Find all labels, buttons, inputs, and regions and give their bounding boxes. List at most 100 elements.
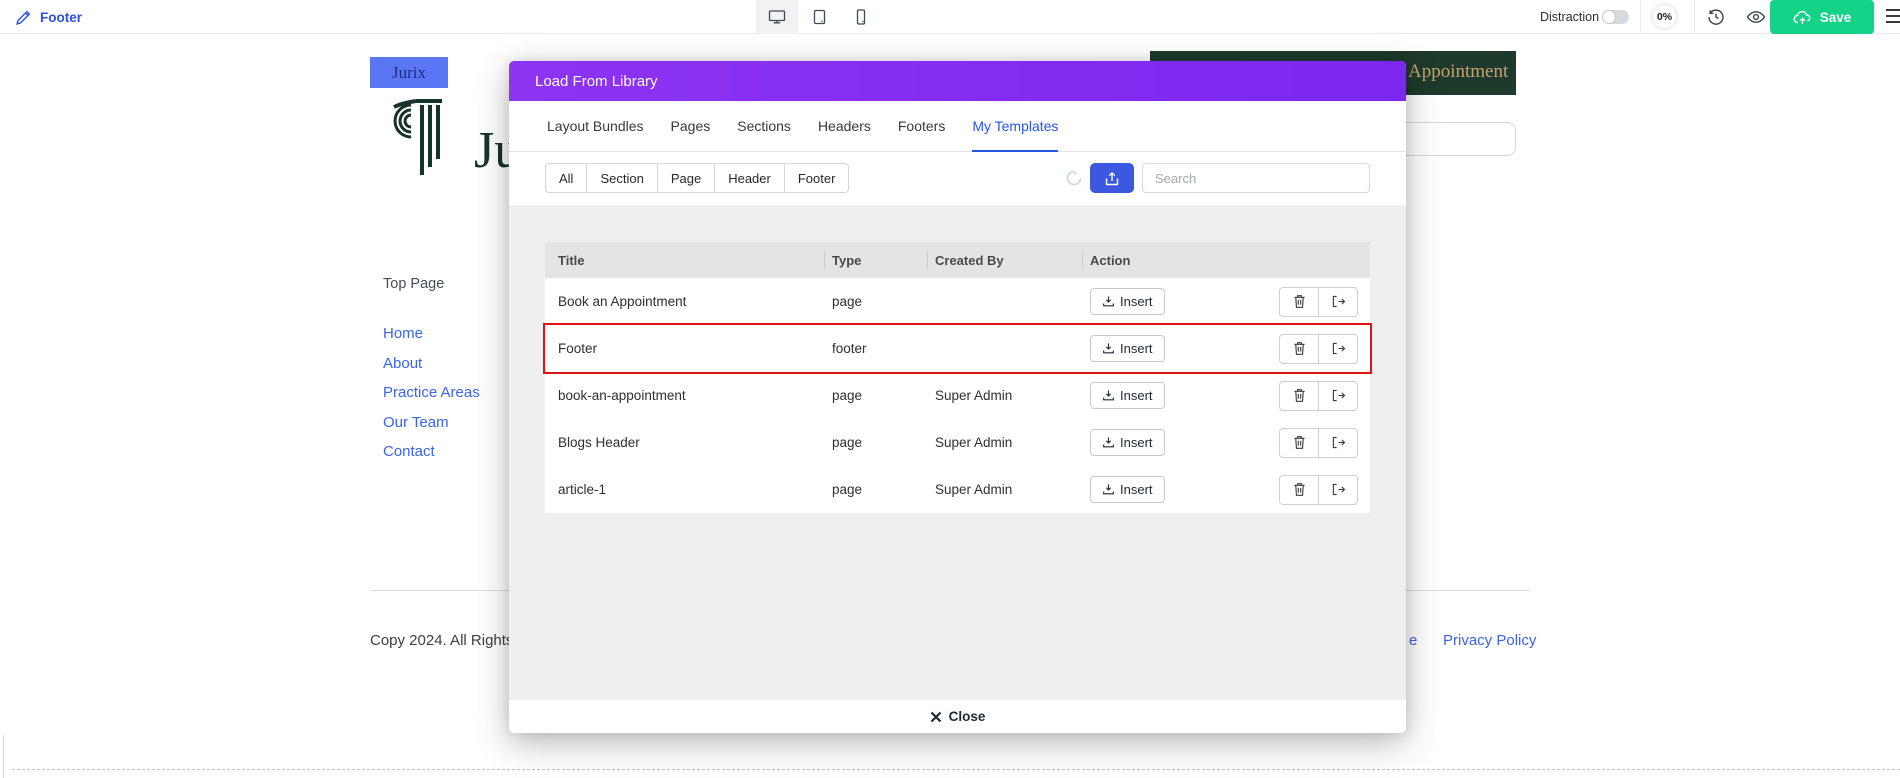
insert-button[interactable]: Insert [1090,335,1165,362]
row-icon-buttons [1279,428,1358,458]
history-button[interactable] [1707,0,1725,34]
tablet-view-button[interactable] [798,0,840,34]
tab-sections[interactable]: Sections [737,101,791,151]
section-outline-dashed [12,769,1900,770]
preview-button[interactable] [1746,0,1766,34]
row-title: book-an-appointment [558,388,832,403]
site-logo: Ju [386,95,520,181]
modal-title: Load From Library [535,73,658,90]
desktop-view-button[interactable] [756,0,798,34]
tab-pages[interactable]: Pages [671,101,711,151]
tab-my-templates[interactable]: My Templates [972,101,1058,151]
copyright-text: Copy 2024. All Rights [370,632,513,649]
upload-icon [1104,171,1120,186]
insert-icon [1102,483,1115,496]
modal-footer: Close [509,700,1406,733]
privacy-policy-link[interactable]: Privacy Policy [1443,632,1536,649]
table-header: Title Type Created By Action [545,242,1370,278]
insert-button[interactable]: Insert [1090,382,1165,409]
export-button[interactable] [1318,475,1358,505]
export-button[interactable] [1318,381,1358,411]
distraction-toggle[interactable] [1602,10,1629,24]
delete-button[interactable] [1279,428,1319,458]
filter-bar: AllSectionPageHeaderFooter [509,152,1406,205]
row-icon-buttons [1279,475,1358,505]
insert-icon [1102,436,1115,449]
upload-template-button[interactable] [1090,163,1134,193]
device-switcher [756,0,882,34]
column-type: Type [832,253,935,268]
tab-layout-bundles[interactable]: Layout Bundles [547,101,644,151]
export-icon [1331,483,1346,496]
nav-link-our-team[interactable]: Our Team [383,414,480,444]
tab-footers[interactable]: Footers [898,101,945,151]
export-icon [1331,295,1346,308]
cloud-upload-icon [1793,10,1812,25]
table-rows: Book an Appointment page Insert [545,278,1370,513]
modal-tabs: Layout Bundles Pages Sections Headers Footer… [509,101,1406,152]
row-actions: Insert [1090,381,1370,411]
menu-heading: Top Page [383,276,444,292]
row-type: footer [832,341,935,356]
export-button[interactable] [1318,287,1358,317]
row-title: Blogs Header [558,435,832,450]
insert-label: Insert [1120,388,1153,403]
page-nav-menu: HomeAboutPractice AreasOur TeamContact [383,325,480,473]
insert-label: Insert [1120,294,1153,309]
nav-link-practice-areas[interactable]: Practice Areas [383,384,480,414]
tab-headers[interactable]: Headers [818,101,871,151]
insert-label: Insert [1120,482,1153,497]
mobile-view-button[interactable] [840,0,882,34]
insert-label: Insert [1120,341,1153,356]
insert-icon [1102,389,1115,402]
nav-link-contact[interactable]: Contact [383,443,480,473]
filter-header[interactable]: Header [714,163,785,193]
mobile-icon [856,9,866,25]
trash-icon [1293,482,1306,497]
save-button[interactable]: Save [1770,0,1874,34]
search-input[interactable] [1142,163,1370,193]
row-title: article-1 [558,482,832,497]
close-icon [930,711,942,723]
nav-link-about[interactable]: About [383,355,480,385]
insert-button[interactable]: Insert [1090,429,1165,456]
table-row: article-1 page Super Admin Insert [545,466,1370,513]
trash-icon [1293,294,1306,309]
trash-icon [1293,388,1306,403]
filter-page[interactable]: Page [657,163,715,193]
history-icon [1707,8,1725,26]
insert-button[interactable]: Insert [1090,476,1165,503]
row-type: page [832,482,935,497]
column-action: Action [1090,253,1370,268]
export-icon [1331,342,1346,355]
desktop-icon [768,9,786,25]
edit-pencil-icon[interactable] [16,10,31,25]
row-title: Book an Appointment [558,294,832,309]
row-type: page [832,435,935,450]
save-label: Save [1820,10,1852,25]
refresh-icon[interactable] [1065,169,1083,187]
delete-button[interactable] [1279,381,1319,411]
delete-button[interactable] [1279,475,1319,505]
export-button[interactable] [1318,334,1358,364]
menu-icon[interactable] [1886,9,1900,23]
export-button[interactable] [1318,428,1358,458]
row-actions: Insert [1090,428,1370,458]
type-filter-group: AllSectionPageHeaderFooter [545,163,849,193]
filter-all[interactable]: All [545,163,587,193]
delete-button[interactable] [1279,334,1319,364]
delete-button[interactable] [1279,287,1319,317]
close-button[interactable]: Close [930,709,986,724]
row-actions: Insert [1090,287,1370,317]
filter-section[interactable]: Section [586,163,657,193]
table-row: Book an Appointment page Insert [545,278,1370,325]
row-created-by: Super Admin [935,482,1090,497]
footer-link-fragment[interactable]: e [1409,632,1417,649]
eye-icon [1746,9,1766,25]
selected-logo-element[interactable]: Jurix [370,57,448,88]
nav-link-home[interactable]: Home [383,325,480,355]
filter-footer[interactable]: Footer [784,163,850,193]
insert-button[interactable]: Insert [1090,288,1165,315]
trash-icon [1293,341,1306,356]
row-actions: Insert [1090,334,1370,364]
